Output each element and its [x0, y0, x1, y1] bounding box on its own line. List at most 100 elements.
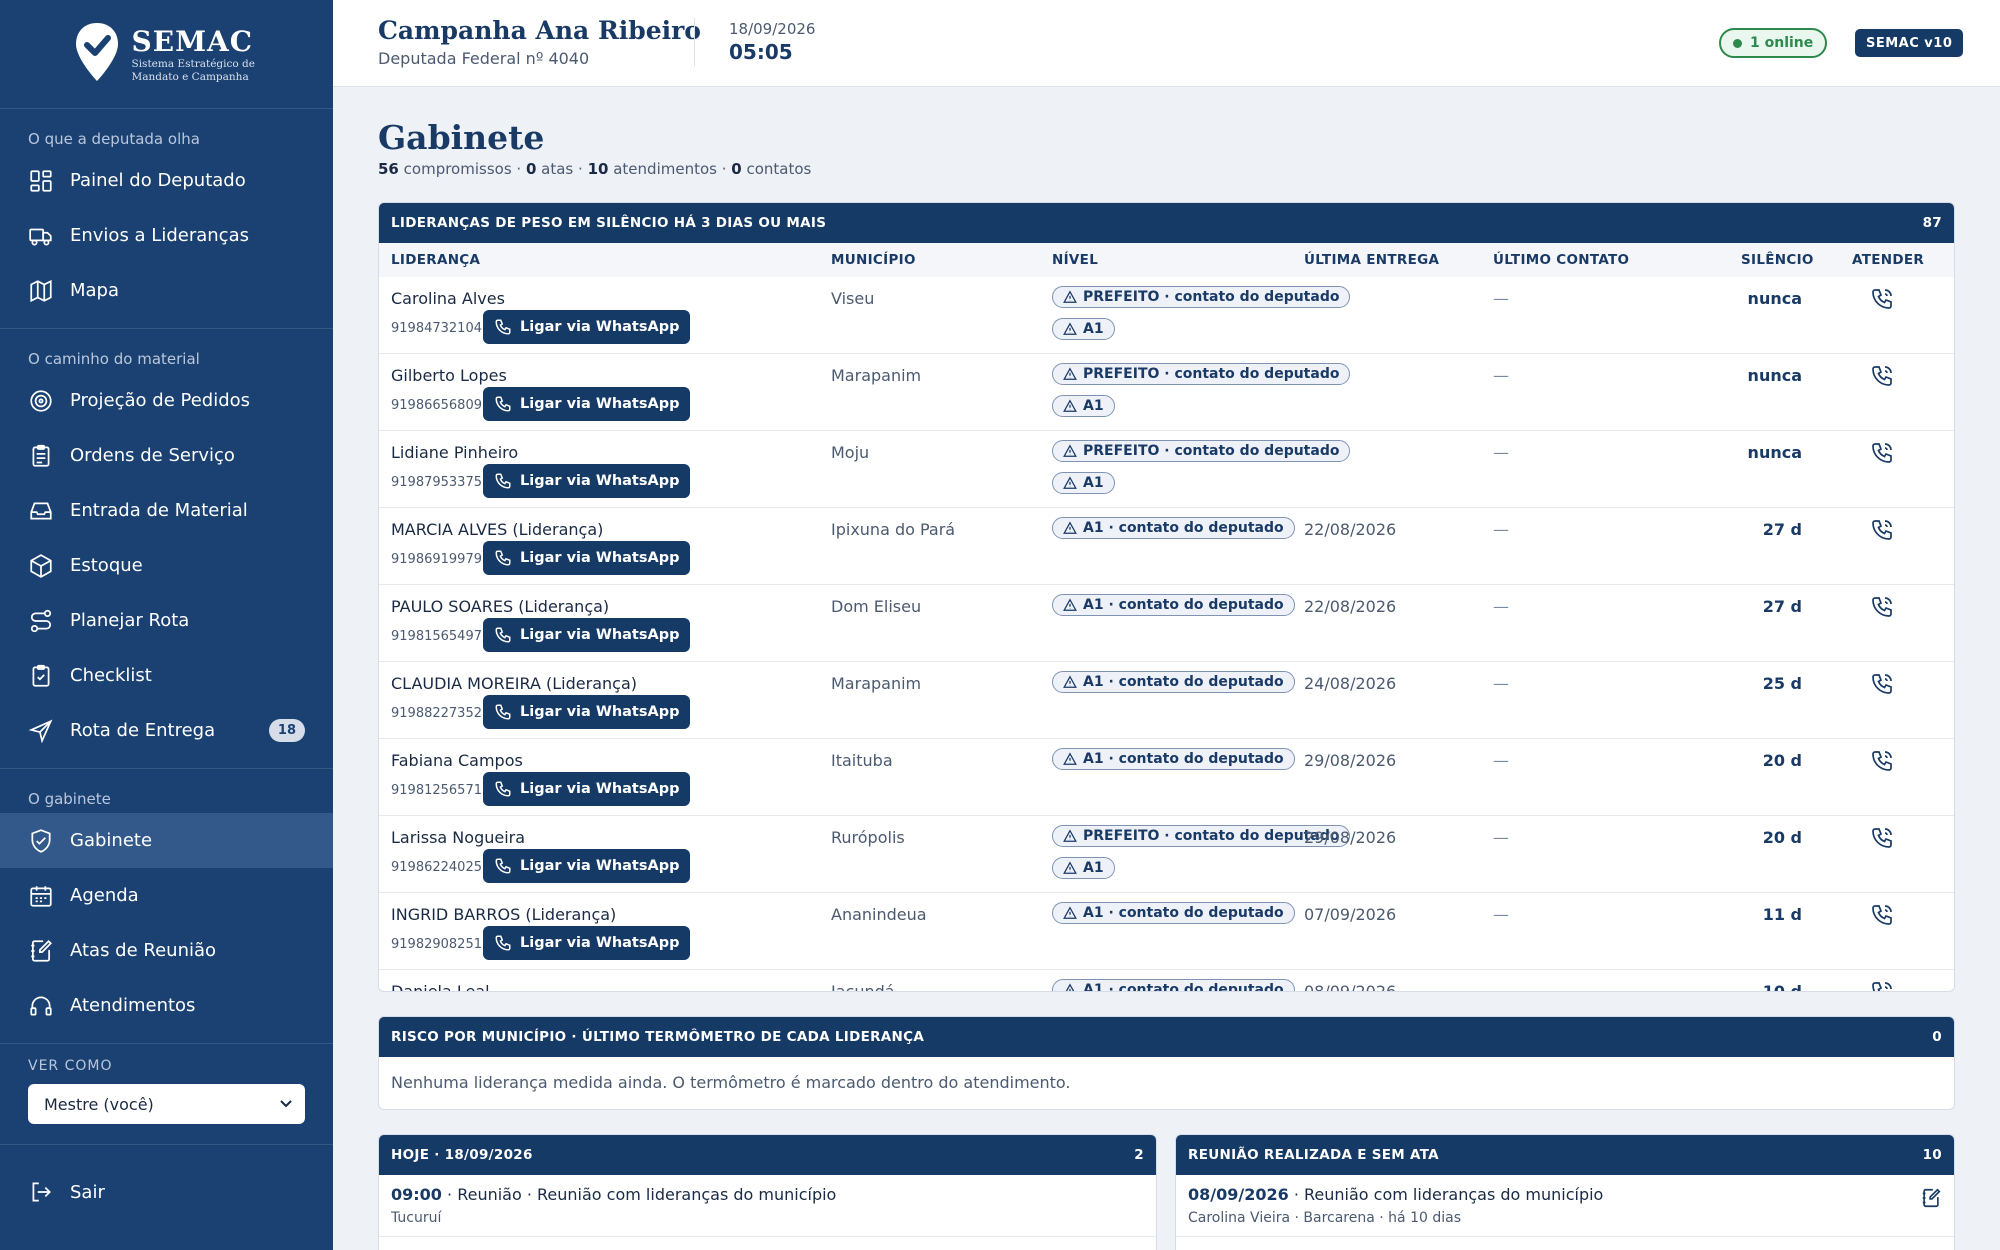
whatsapp-button-label: Ligar via WhatsApp	[520, 550, 680, 566]
leader-name: Fabiana Campos	[391, 751, 523, 770]
sidebar-item-label: Gabinete	[70, 830, 153, 851]
phone-call-icon[interactable]	[1870, 672, 1894, 696]
leader-name: Daniela Leal	[391, 982, 490, 992]
whatsapp-call-button[interactable]: Ligar via WhatsApp	[483, 618, 691, 652]
last-contact: —	[1493, 982, 1509, 992]
shield-handshake-icon	[28, 828, 54, 854]
table-row: Larissa Nogueira 91986224025 Ligar via Wha…	[379, 816, 1954, 893]
phone-icon	[494, 780, 512, 798]
sidebar-item-rota-entrega[interactable]: Rota de Entrega 18	[0, 703, 333, 758]
online-status-badge: 1 online	[1719, 28, 1828, 58]
phone-call-icon[interactable]	[1870, 980, 1894, 991]
whatsapp-call-button[interactable]: Ligar via WhatsApp	[483, 926, 691, 960]
col-silencio: SILÊNCIO	[1741, 252, 1814, 268]
checklist-icon	[28, 663, 54, 689]
view-as-value: Mestre (você)	[44, 1094, 154, 1114]
phone-call-icon[interactable]	[1870, 287, 1894, 311]
whatsapp-call-button[interactable]: Ligar via WhatsApp	[483, 310, 691, 344]
sidebar-item-atas[interactable]: Atas de Reunião	[0, 923, 333, 978]
sidebar-item-gabinete[interactable]: Gabinete	[0, 813, 333, 868]
send-icon	[28, 718, 54, 744]
sidebar-item-ordens[interactable]: Ordens de Serviço	[0, 428, 333, 483]
sidebar-item-agenda[interactable]: Agenda	[0, 868, 333, 923]
table-row: Carolina Alves 91984732104 Ligar via Whats…	[379, 277, 1954, 354]
phone-call-icon[interactable]	[1870, 595, 1894, 619]
phone-call-icon[interactable]	[1870, 826, 1894, 850]
last-contact: —	[1493, 443, 1509, 462]
sidebar-item-planejar-rota[interactable]: Planejar Rota	[0, 593, 333, 648]
campaign-subtitle: Deputada Federal nº 4040	[378, 49, 590, 68]
stat-label: atas	[541, 160, 574, 178]
whatsapp-call-button[interactable]: Ligar via WhatsApp	[483, 387, 691, 421]
sidebar-item-estoque[interactable]: Estoque	[0, 538, 333, 593]
sidebar-item-label: Agenda	[70, 885, 139, 906]
sidebar-item-label: Atas de Reunião	[70, 940, 217, 961]
sidebar-item-atendimentos[interactable]: Atendimentos	[0, 978, 333, 1033]
nav-section-gabinete: O gabinete Gabinete Agenda Atas de Reuni…	[0, 769, 333, 1044]
silence-days: nunca	[1747, 366, 1802, 385]
view-as-select[interactable]: Mestre (você)	[28, 1084, 305, 1124]
col-municipio: MUNICÍPIO	[831, 252, 916, 268]
table-row: INGRID BARROS (Liderança) 91982908251 Liga…	[379, 893, 1954, 970]
municipality: Itaituba	[831, 751, 893, 770]
phone-call-icon[interactable]	[1870, 364, 1894, 388]
phone-number: 91986656809	[391, 398, 482, 413]
panel-header: HOJE · 18/09/2026 2	[379, 1135, 1156, 1175]
sidebar-item-label: Projeção de Pedidos	[70, 390, 251, 411]
level-tag: A1	[1052, 857, 1115, 879]
sidebar-item-projecao[interactable]: Projeção de Pedidos	[0, 373, 333, 428]
phone-call-icon[interactable]	[1870, 903, 1894, 927]
whatsapp-call-button[interactable]: Ligar via WhatsApp	[483, 464, 691, 498]
municipality: Viseu	[831, 289, 875, 308]
sidebar: SEMAC Sistema Estratégico de Mandato e C…	[0, 0, 333, 1250]
stat-value: 10	[587, 160, 609, 178]
level-tag-label: A1 · contato do deputado	[1083, 905, 1284, 921]
warning-icon	[1063, 290, 1077, 304]
nav-heading: O caminho do material	[28, 350, 200, 368]
truck-icon	[28, 223, 54, 249]
brand-subtitle: Sistema Estratégico de Mandato e Campanh…	[131, 57, 255, 83]
online-label: 1 online	[1750, 35, 1814, 51]
whatsapp-call-button[interactable]: Ligar via WhatsApp	[483, 695, 691, 729]
list-item[interactable]: 08/09/2026 · Reunião com lideranças do m…	[1176, 1175, 1954, 1237]
stat-label: compromissos	[403, 160, 512, 178]
table-row: Lidiane Pinheiro 91987953375 Ligar via Wha…	[379, 431, 1954, 508]
sidebar-item-painel[interactable]: Painel do Deputado	[0, 153, 333, 208]
sidebar-item-entrada[interactable]: Entrada de Material	[0, 483, 333, 538]
last-delivery: 29/08/2026	[1304, 751, 1397, 770]
municipality: Marapanim	[831, 674, 922, 693]
list-item[interactable]: 09:00 · Reunião · Reunião com lideranças…	[379, 1175, 1156, 1237]
phone-call-icon[interactable]	[1870, 441, 1894, 465]
warning-icon	[1063, 906, 1077, 920]
warning-icon	[1063, 675, 1077, 689]
municipality: Rurópolis	[831, 828, 905, 847]
sidebar-item-checklist[interactable]: Checklist	[0, 648, 333, 703]
whatsapp-call-button[interactable]: Ligar via WhatsApp	[483, 849, 691, 883]
sidebar-item-envios[interactable]: Envios a Lideranças	[0, 208, 333, 263]
municipality: Moju	[831, 443, 870, 462]
inbox-icon	[28, 498, 54, 524]
sidebar-item-label: Painel do Deputado	[70, 170, 246, 191]
sidebar-item-label: Checklist	[70, 665, 152, 686]
table-body: Carolina Alves 91984732104 Ligar via Whats…	[379, 277, 1954, 992]
leader-name: INGRID BARROS (Liderança)	[391, 905, 617, 924]
phone-call-icon[interactable]	[1870, 749, 1894, 773]
silence-days: nunca	[1747, 443, 1802, 462]
table-row: Gilberto Lopes 91986656809 Ligar via Whats…	[379, 354, 1954, 431]
brand[interactable]: SEMAC Sistema Estratégico de Mandato e C…	[0, 0, 333, 109]
edit-note-icon[interactable]	[1920, 1187, 1942, 1209]
municipality: Ipixuna do Pará	[831, 520, 956, 539]
level-tag-label: PREFEITO · contato do deputado	[1083, 828, 1340, 844]
whatsapp-call-button[interactable]: Ligar via WhatsApp	[483, 541, 691, 575]
phone-call-icon[interactable]	[1870, 518, 1894, 542]
logout-button[interactable]: Sair	[0, 1145, 333, 1239]
last-delivery: 07/09/2026	[1304, 905, 1397, 924]
last-delivery: 24/08/2026	[1304, 674, 1397, 693]
level-tag: A1	[1052, 472, 1115, 494]
box-icon	[28, 553, 54, 579]
sidebar-item-mapa[interactable]: Mapa	[0, 263, 333, 318]
last-contact: —	[1493, 751, 1509, 770]
whatsapp-call-button[interactable]: Ligar via WhatsApp	[483, 772, 691, 806]
level-tag: A1	[1052, 395, 1115, 417]
panel-title: LIDERANÇAS DE PESO EM SILÊNCIO HÁ 3 DIAS…	[391, 215, 827, 231]
